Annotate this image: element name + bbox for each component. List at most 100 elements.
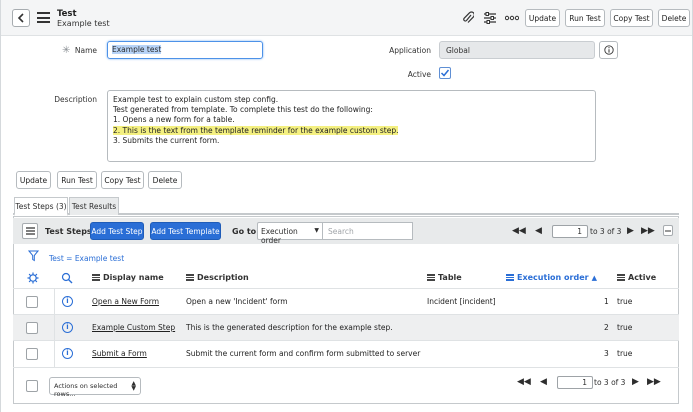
info-icon[interactable]: i (62, 322, 73, 333)
footer-previous-page-icon[interactable]: ◀ (540, 377, 547, 387)
row-divider (54, 315, 55, 341)
page: Test Example test Update Run Test Copy T… (0, 0, 693, 412)
last-page-icon[interactable]: ▶▶ (641, 226, 655, 236)
chevron-left-icon (17, 13, 24, 23)
paperclip-icon[interactable] (460, 10, 476, 26)
cell-display-name[interactable]: Example Custom Step (92, 323, 175, 332)
collapse-list-button[interactable] (663, 225, 673, 236)
gear-icon[interactable] (27, 272, 39, 284)
application-info-button[interactable] (599, 41, 618, 59)
footer-last-page-icon[interactable]: ▶▶ (647, 377, 661, 387)
more-options-icon[interactable] (504, 10, 520, 26)
filter-icon[interactable] (28, 250, 39, 262)
name-field[interactable]: Example test (107, 41, 263, 59)
page-input[interactable]: 1 (552, 225, 588, 238)
sort-ascending-icon: ▲ (591, 273, 597, 282)
name-label: Name (74, 46, 97, 55)
cell-active: true (617, 349, 633, 358)
highlighted-text: 2. This is the text from the template re… (113, 125, 399, 135)
page-range: to 3 of 3 (590, 227, 622, 236)
actions-select[interactable]: Actions on selected rows... ▲ ▼ (49, 377, 141, 398)
description-line: 2. This is the text from the template re… (113, 125, 590, 136)
header-delete-button[interactable]: Delete (658, 9, 690, 27)
cell-description: This is the generated description for th… (186, 323, 393, 332)
table-row: i Open a New Form Open a new 'Incident' … (13, 288, 679, 315)
goto-field-select[interactable]: Execution order ▼ (257, 222, 323, 245)
update-button[interactable]: Update (16, 171, 51, 189)
row-divider (54, 341, 55, 367)
row-checkbox[interactable] (26, 296, 38, 308)
previous-page-icon[interactable]: ◀ (535, 226, 542, 236)
column-label: Active (628, 273, 657, 282)
search-icon[interactable] (61, 272, 73, 284)
copy-test-button[interactable]: Copy Test (101, 171, 144, 189)
tab-test-results[interactable]: Test Results (69, 197, 119, 215)
display-name-link[interactable]: Submit a Form (92, 349, 147, 358)
description-line: Example test to explain custom step conf… (113, 95, 279, 104)
form-header: Test Example test Update Run Test Copy T… (1, 0, 692, 36)
row-checkbox[interactable] (26, 348, 38, 360)
delete-button[interactable]: Delete (148, 171, 182, 189)
column-label: Display name (103, 273, 164, 282)
column-display-name[interactable]: Display name (92, 273, 164, 282)
page-subtitle: Example test (57, 19, 110, 28)
minus-icon (665, 230, 671, 231)
table-row: i Submit a Form Submit the current form … (13, 340, 679, 367)
cell-active: true (617, 323, 633, 332)
row-divider (54, 289, 55, 315)
run-test-button[interactable]: Run Test (57, 171, 97, 189)
application-field: Global (439, 41, 595, 59)
active-label: Active (407, 70, 431, 79)
footer-page-range: to 3 of 3 (594, 378, 626, 387)
checkmark-icon (440, 69, 450, 77)
display-name-link[interactable]: Example Custom Step (92, 323, 175, 332)
table-row: i Example Custom Step This is the genera… (13, 314, 679, 341)
header-copy-test-button[interactable]: Copy Test (610, 9, 653, 27)
description-label: Description (54, 95, 97, 104)
column-label: Table (438, 273, 462, 282)
info-icon[interactable]: i (62, 348, 73, 359)
list-title: Test Steps (45, 227, 92, 236)
cell-description: Submit the current form and confirm form… (186, 349, 421, 358)
cell-description: Open a new 'Incident' form (186, 297, 288, 306)
cell-execution-order: 1 (604, 297, 609, 306)
add-test-step-button[interactable]: Add Test Step (90, 222, 144, 240)
application-label: Application (389, 46, 431, 55)
display-name-link[interactable]: Open a New Form (92, 297, 159, 306)
hamburger-menu-icon[interactable] (37, 12, 50, 23)
column-description[interactable]: Description (186, 273, 249, 282)
hamburger-icon (25, 227, 35, 235)
first-page-icon[interactable]: ◀◀ (512, 226, 526, 236)
column-table[interactable]: Table (427, 273, 462, 282)
select-all-checkbox[interactable] (26, 380, 38, 392)
scrollbar[interactable] (681, 58, 691, 398)
cell-display-name[interactable]: Open a New Form (92, 297, 159, 306)
description-field[interactable]: Example test to explain custom step conf… (107, 90, 596, 162)
cell-display-name[interactable]: Submit a Form (92, 349, 147, 358)
updown-caret-icon: ▲ ▼ (131, 380, 136, 392)
name-field-value: Example test (112, 45, 162, 54)
footer-next-page-icon[interactable]: ▶ (632, 377, 639, 387)
cell-active: true (617, 297, 633, 306)
header-update-button[interactable]: Update (525, 9, 560, 27)
footer-first-page-icon[interactable]: ◀◀ (517, 377, 531, 387)
tab-test-steps[interactable]: Test Steps (3) (14, 197, 68, 216)
back-button[interactable] (12, 9, 30, 27)
active-checkbox[interactable] (439, 67, 451, 79)
column-active[interactable]: Active (617, 273, 656, 282)
search-input[interactable]: Search (323, 222, 413, 240)
footer-divider (13, 367, 679, 368)
info-icon[interactable]: i (62, 296, 73, 307)
cell-table: Incident [incident] (427, 297, 496, 306)
next-page-icon[interactable]: ▶ (627, 226, 634, 236)
filter-breadcrumb[interactable]: Test = Example test (49, 254, 124, 263)
settings-sliders-icon[interactable] (482, 10, 498, 26)
add-test-template-button[interactable]: Add Test Template (150, 222, 221, 240)
row-checkbox[interactable] (26, 322, 38, 334)
footer-page-input[interactable]: 1 (557, 376, 593, 389)
cell-execution-order: 2 (604, 323, 609, 332)
column-label: Execution order (517, 273, 589, 282)
column-execution-order[interactable]: Execution order ▲ (506, 273, 597, 282)
header-run-test-button[interactable]: Run Test (565, 9, 605, 27)
list-menu-button[interactable] (22, 223, 38, 239)
